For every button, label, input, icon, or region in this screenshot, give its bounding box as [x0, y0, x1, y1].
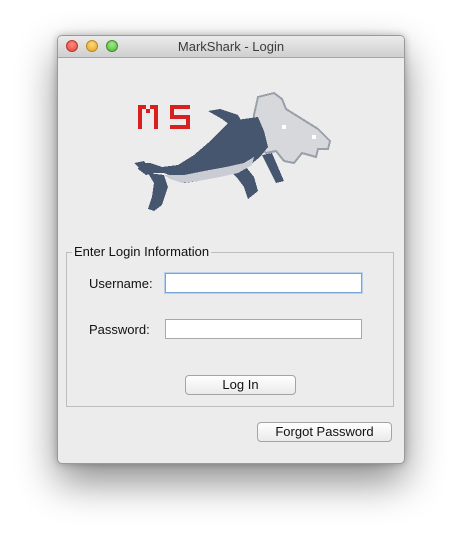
- login-window: MarkShark - Login Enter Login Informatio…: [57, 35, 405, 464]
- username-label: Username:: [89, 276, 153, 291]
- login-group-title: Enter Login Information: [72, 244, 212, 259]
- shark-logo-icon: [134, 91, 332, 211]
- markshark-logo: [134, 91, 334, 220]
- title-bar[interactable]: MarkShark - Login: [58, 36, 404, 58]
- log-in-button[interactable]: Log In: [185, 375, 296, 395]
- password-label: Password:: [89, 322, 150, 337]
- close-window-button[interactable]: [66, 40, 78, 52]
- username-field[interactable]: [165, 273, 362, 293]
- login-information-group: Enter Login Information Username: Passwo…: [66, 244, 394, 407]
- zoom-window-button[interactable]: [106, 40, 118, 52]
- minimize-window-button[interactable]: [86, 40, 98, 52]
- forgot-password-button[interactable]: Forgot Password: [257, 422, 392, 442]
- password-field[interactable]: [165, 319, 362, 339]
